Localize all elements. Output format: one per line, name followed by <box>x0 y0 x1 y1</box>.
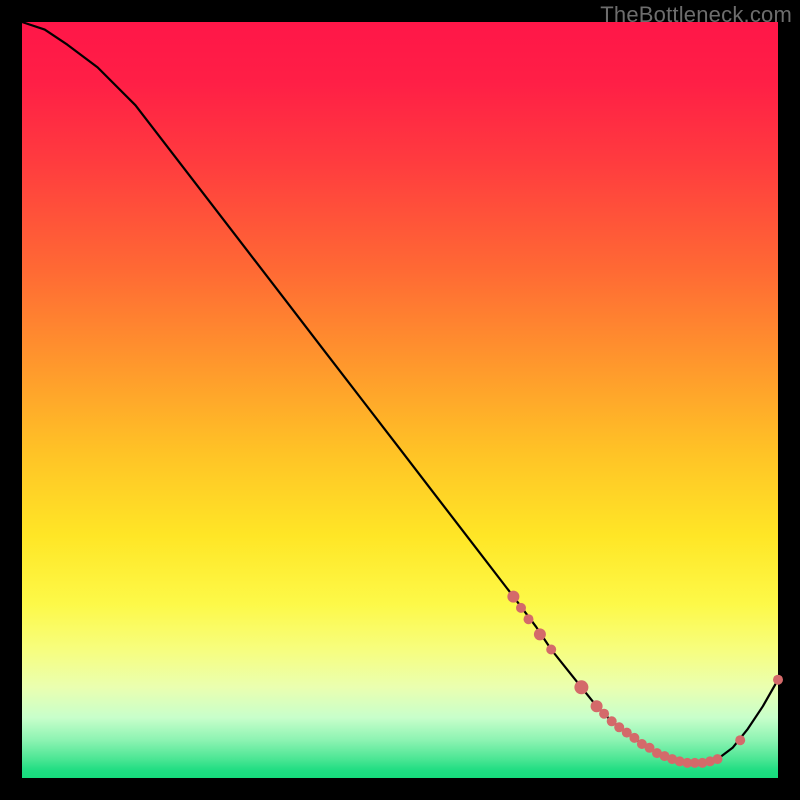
curve-dot <box>546 645 556 655</box>
watermark-text: TheBottleneck.com <box>600 2 792 28</box>
chart-plot-area <box>22 22 778 778</box>
bottleneck-curve <box>22 22 778 763</box>
curve-dot <box>516 603 526 613</box>
chart-stage: TheBottleneck.com <box>0 0 800 800</box>
curve-dot <box>735 735 745 745</box>
curve-dot <box>524 614 534 624</box>
curve-dot <box>534 628 546 640</box>
curve-dot <box>713 754 723 764</box>
curve-dot <box>507 591 519 603</box>
curve-dot <box>574 680 588 694</box>
curve-markers <box>507 591 783 768</box>
chart-svg <box>22 22 778 778</box>
curve-dot <box>773 675 783 685</box>
curve-dot <box>599 709 609 719</box>
